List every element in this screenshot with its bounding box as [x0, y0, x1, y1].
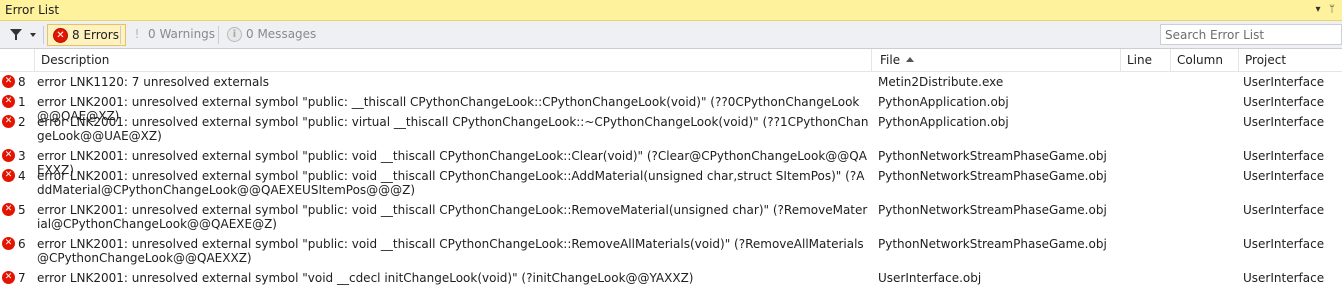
- warnings-toggle[interactable]: ! 0 Warnings: [124, 24, 221, 46]
- row-file: PythonNetworkStreamPhaseGame.obj: [878, 203, 1107, 217]
- row-file: PythonNetworkStreamPhaseGame.obj: [878, 237, 1107, 251]
- error-icon: ✕: [2, 115, 15, 128]
- row-number: 5: [18, 203, 26, 217]
- error-icon: ✕: [2, 271, 15, 284]
- messages-toggle[interactable]: i 0 Messages: [222, 24, 322, 46]
- row-description: error LNK2001: unresolved external symbo…: [37, 203, 868, 231]
- errors-toggle[interactable]: ✕ 8 Errors: [47, 24, 126, 46]
- row-file: PythonApplication.obj: [878, 115, 1009, 129]
- error-icon: ✕: [2, 149, 15, 162]
- column-header-row: Description File Line Column Project: [0, 49, 1342, 72]
- header-column-label: Column: [1177, 53, 1223, 67]
- toolbar-divider: [43, 26, 44, 44]
- error-icon: ✕: [2, 203, 15, 216]
- error-icon: ✕: [2, 75, 15, 88]
- search-input[interactable]: [1160, 24, 1342, 45]
- messages-label: 0 Messages: [246, 27, 317, 41]
- window-title: Error List: [5, 3, 60, 17]
- toolbar: ✕ 8 Errors ! 0 Warnings i 0 Messages: [0, 21, 1342, 49]
- warnings-label: 0 Warnings: [148, 27, 216, 41]
- title-bar: Error List ▾ ᛘ: [0, 0, 1342, 21]
- row-description: error LNK2001: unresolved external symbo…: [37, 237, 864, 265]
- header-description-label: Description: [41, 53, 110, 67]
- row-number: 6: [18, 237, 26, 251]
- info-icon: i: [227, 27, 242, 42]
- row-file: Metin2Distribute.exe: [878, 75, 1004, 89]
- header-description[interactable]: Description: [35, 49, 872, 72]
- row-project: UserInterface: [1243, 115, 1325, 129]
- toolbar-divider: [120, 26, 121, 44]
- header-file[interactable]: File: [872, 49, 1121, 72]
- sort-ascending-icon: [906, 57, 915, 62]
- header-line-label: Line: [1127, 53, 1153, 67]
- row-description: error LNK2001: unresolved external symbo…: [37, 271, 694, 285]
- error-icon: ✕: [2, 237, 15, 250]
- error-list: ✕ 8 error LNK1120: 7 unresolved external…: [0, 73, 1342, 289]
- toolbar-divider: [218, 26, 219, 44]
- header-project-label: Project: [1245, 53, 1287, 67]
- row-project: UserInterface: [1243, 203, 1325, 217]
- error-icon: ✕: [2, 95, 15, 108]
- header-icon-column[interactable]: [0, 49, 35, 72]
- pin-icon[interactable]: ᛘ: [1324, 2, 1340, 18]
- row-description: error LNK2001: unresolved external symbo…: [37, 115, 869, 143]
- table-row[interactable]: ✕ 8 error LNK1120: 7 unresolved external…: [0, 73, 1342, 93]
- row-number: 7: [18, 271, 26, 285]
- error-icon: ✕: [53, 28, 68, 43]
- row-project: UserInterface: [1243, 169, 1325, 183]
- table-row[interactable]: ✕ 5 error LNK2001: unresolved external s…: [0, 201, 1342, 235]
- filter-button[interactable]: [6, 25, 40, 45]
- row-description: error LNK1120: 7 unresolved externals: [37, 75, 269, 89]
- header-project[interactable]: Project: [1239, 49, 1342, 72]
- warning-icon: !: [134, 27, 140, 41]
- row-project: UserInterface: [1243, 75, 1325, 89]
- row-number: 3: [18, 149, 26, 163]
- row-number: 8: [18, 75, 26, 89]
- table-row[interactable]: ✕ 2 error LNK2001: unresolved external s…: [0, 113, 1342, 147]
- table-row[interactable]: ✕ 7 error LNK2001: unresolved external s…: [0, 269, 1342, 289]
- errors-label: 8 Errors: [72, 28, 119, 42]
- filter-icon-stem: [15, 35, 17, 40]
- table-row[interactable]: ✕ 4 error LNK2001: unresolved external s…: [0, 167, 1342, 201]
- table-row[interactable]: ✕ 6 error LNK2001: unresolved external s…: [0, 235, 1342, 269]
- table-row[interactable]: ✕ 3 error LNK2001: unresolved external s…: [0, 147, 1342, 177]
- error-icon: ✕: [2, 169, 15, 182]
- row-project: UserInterface: [1243, 271, 1325, 285]
- row-file: PythonNetworkStreamPhaseGame.obj: [878, 149, 1107, 163]
- row-file: UserInterface.obj: [878, 271, 982, 285]
- row-project: UserInterface: [1243, 149, 1325, 163]
- table-row[interactable]: ✕ 1 error LNK2001: unresolved external s…: [0, 93, 1342, 123]
- row-number: 1: [18, 95, 26, 109]
- chevron-down-icon: [30, 33, 36, 37]
- header-column[interactable]: Column: [1171, 49, 1239, 72]
- header-line[interactable]: Line: [1121, 49, 1171, 72]
- row-file: PythonNetworkStreamPhaseGame.obj: [878, 169, 1107, 183]
- row-file: PythonApplication.obj: [878, 95, 1009, 109]
- row-project: UserInterface: [1243, 95, 1325, 109]
- row-number: 2: [18, 115, 26, 129]
- row-project: UserInterface: [1243, 237, 1325, 251]
- row-number: 4: [18, 169, 26, 183]
- header-file-label: File: [880, 53, 901, 67]
- row-description: error LNK2001: unresolved external symbo…: [37, 169, 865, 197]
